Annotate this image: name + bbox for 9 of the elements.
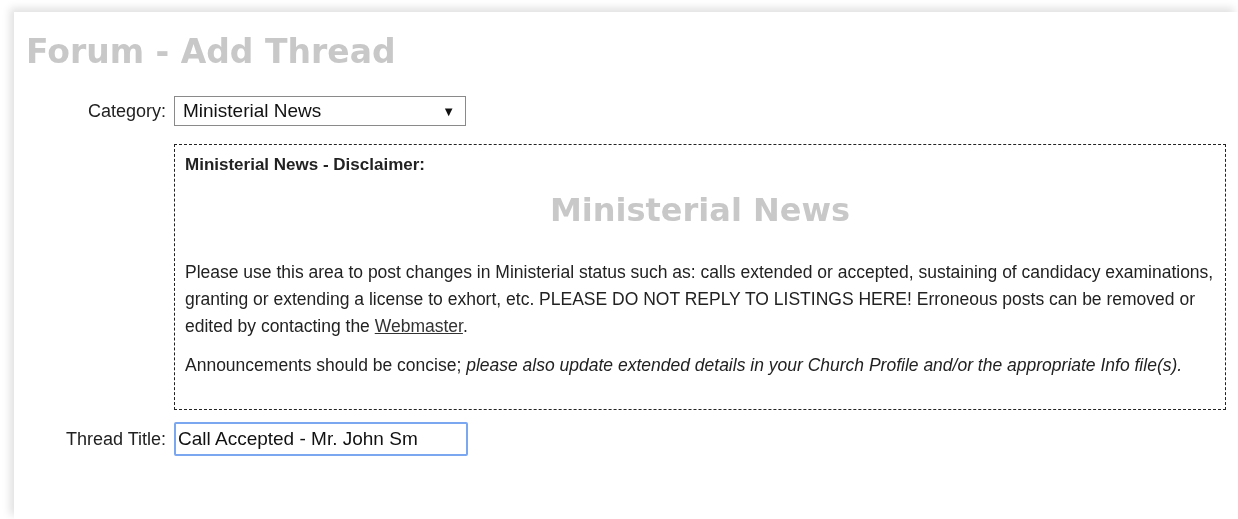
- disclaimer-paragraph: Please use this area to post changes in Ministerial status such as: calls extended or accepted, sustaining of candidacy examinations, granting or extending a license to exhort, etc. PLEASE DO NOT REPLY TO LISTINGS HERE! Erroneous posts can be removed or edited by contacting the Webmaster.: [185, 261, 1215, 339]
- announcement-paragraph: Announcements should be concise; please also update extended details in your Church Profile and/or the appropriate Info file(s).: [185, 354, 1184, 378]
- category-label: Category:: [86, 100, 166, 122]
- category-select[interactable]: Ministerial News ▼: [174, 96, 466, 127]
- thread-title-label: Thread Title:: [64, 428, 166, 450]
- caret-icon: ▼: [442, 103, 455, 119]
- disclaimer-heading: Ministerial News - Disclaimer:: [185, 155, 426, 176]
- webmaster-link[interactable]: Webmaster: [374, 316, 463, 337]
- thread-title-field[interactable]: Call Accepted - Mr. John Sm: [174, 422, 468, 457]
